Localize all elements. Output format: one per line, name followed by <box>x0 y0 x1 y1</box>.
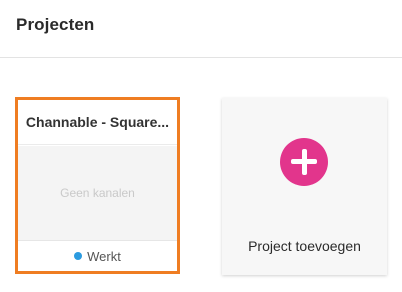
project-card-title: Channable - Square... <box>18 100 177 145</box>
add-project-card[interactable]: Project toevoegen <box>222 98 387 275</box>
page-title: Projecten <box>16 15 95 34</box>
add-project-label: Project toevoegen <box>248 238 361 254</box>
page-header: Projecten <box>0 0 402 58</box>
project-card-channels: Geen kanalen <box>18 146 177 241</box>
status-dot-icon <box>74 252 83 260</box>
empty-channels-text: Geen kanalen <box>60 186 135 200</box>
status-text: Werkt <box>87 248 121 264</box>
project-card-status: Werkt <box>18 241 177 271</box>
project-card[interactable]: Channable - Square... Geen kanalen Werkt <box>15 97 180 274</box>
plus-circle-icon <box>280 138 328 186</box>
